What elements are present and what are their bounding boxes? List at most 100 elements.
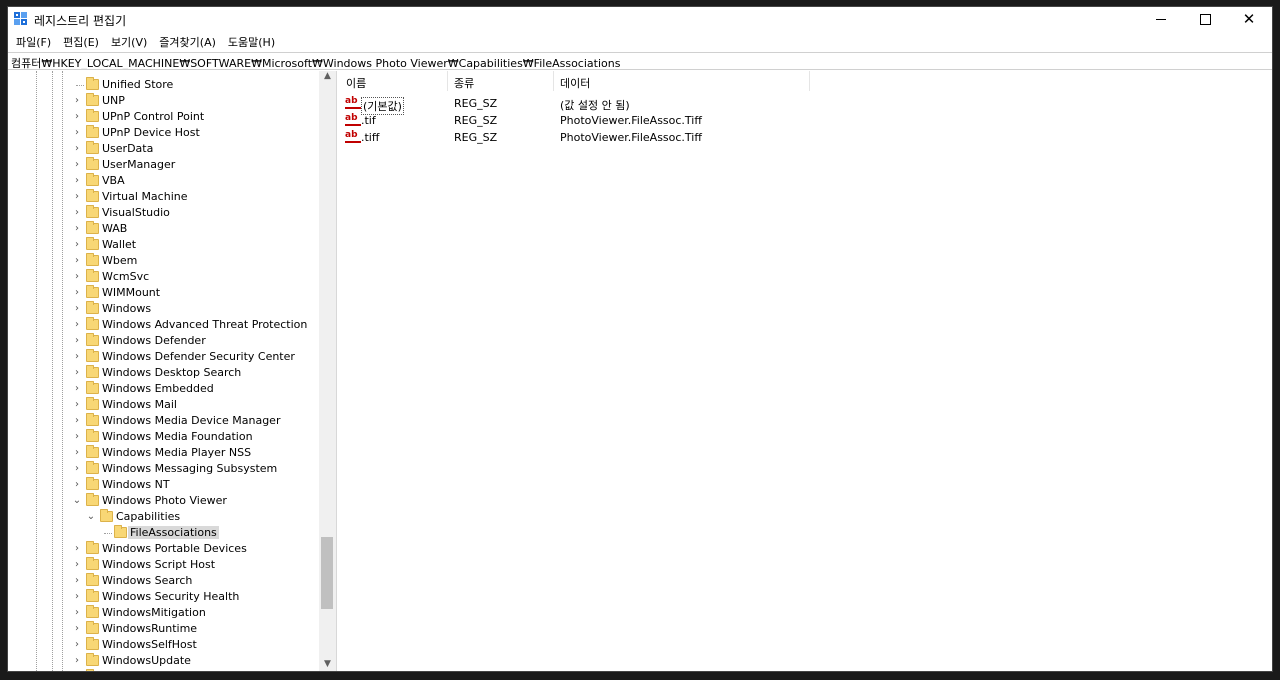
chevron-right-icon[interactable]: › xyxy=(72,207,82,219)
tree-item[interactable]: › Windows Messaging Subsystem xyxy=(8,461,318,477)
tree-item[interactable]: ⌄ Windows Photo Viewer xyxy=(8,493,318,509)
chevron-right-icon[interactable]: › xyxy=(72,623,82,635)
tree-item-label: Windows Photo Viewer xyxy=(102,494,227,507)
tree-item[interactable]: › Wbem xyxy=(8,253,318,269)
scroll-down-arrow-icon[interactable]: ▼ xyxy=(319,659,336,671)
chevron-right-icon[interactable]: › xyxy=(72,111,82,123)
chevron-right-icon[interactable]: › xyxy=(72,607,82,619)
chevron-right-icon[interactable]: › xyxy=(72,591,82,603)
column-header-type[interactable]: 종류 xyxy=(448,71,554,91)
chevron-right-icon[interactable]: › xyxy=(72,431,82,443)
tree-item[interactable]: › Windows Media Device Manager xyxy=(8,413,318,429)
menu-edit[interactable]: 편집(E) xyxy=(57,33,105,51)
tree-item[interactable]: › UNP xyxy=(8,93,318,109)
tree-item[interactable]: › WAB xyxy=(8,221,318,237)
tree-item[interactable]: › WIMMount xyxy=(8,285,318,301)
chevron-right-icon[interactable]: › xyxy=(72,223,82,235)
tree-item[interactable]: › WindowsSelfHost xyxy=(8,637,318,653)
chevron-right-icon[interactable]: › xyxy=(72,399,82,411)
chevron-right-icon[interactable]: › xyxy=(72,415,82,427)
tree-item[interactable]: › VisualStudio xyxy=(8,205,318,221)
tree-item[interactable]: › Wallet xyxy=(8,237,318,253)
chevron-right-icon[interactable]: › xyxy=(72,655,82,667)
chevron-right-icon[interactable]: › xyxy=(72,239,82,251)
value-row[interactable]: ab .tiff REG_SZ PhotoViewer.FileAssoc.Tiff xyxy=(340,129,1040,145)
tree-item[interactable]: › Windows Desktop Search xyxy=(8,365,318,381)
tree-item[interactable]: FileAssociations xyxy=(8,525,318,541)
tree-item[interactable]: › Windows NT xyxy=(8,477,318,493)
folder-icon xyxy=(86,669,94,671)
chevron-right-icon[interactable]: › xyxy=(72,95,82,107)
close-button[interactable]: ✕ xyxy=(1226,7,1272,31)
chevron-right-icon[interactable]: › xyxy=(72,367,82,379)
tree-item[interactable]: › Windows xyxy=(8,301,318,317)
chevron-right-icon[interactable]: › xyxy=(72,159,82,171)
tree-item[interactable]: › WindowsRuntime xyxy=(8,621,318,637)
chevron-right-icon[interactable]: › xyxy=(72,255,82,267)
tree-item[interactable]: › Windows Defender Security Center xyxy=(8,349,318,365)
folder-icon xyxy=(86,413,99,426)
tree-item[interactable]: › VBA xyxy=(8,173,318,189)
address-bar[interactable]: 컴퓨터₩HKEY_LOCAL_MACHINE₩SOFTWARE₩Microsof… xyxy=(8,52,1272,70)
tree-item[interactable]: ⌄ Capabilities xyxy=(8,509,318,525)
chevron-right-icon[interactable]: › xyxy=(72,335,82,347)
scroll-up-arrow-icon[interactable]: ▲ xyxy=(319,71,336,85)
tree-item[interactable]: Unified Store xyxy=(8,77,318,93)
chevron-right-icon[interactable]: › xyxy=(72,479,82,491)
tree-item[interactable]: › Virtual Machine xyxy=(8,189,318,205)
menu-view[interactable]: 보기(V) xyxy=(105,33,153,51)
string-value-icon: ab xyxy=(345,113,361,126)
tree-item[interactable]: › Wisp xyxy=(8,669,318,672)
folder-icon xyxy=(86,237,99,250)
chevron-down-icon[interactable]: ⌄ xyxy=(72,495,82,507)
chevron-right-icon[interactable]: › xyxy=(72,287,82,299)
chevron-right-icon[interactable]: › xyxy=(72,175,82,187)
chevron-right-icon[interactable]: › xyxy=(72,463,82,475)
chevron-down-icon[interactable]: ⌄ xyxy=(86,511,96,523)
chevron-right-icon[interactable]: › xyxy=(72,127,82,139)
chevron-right-icon[interactable]: › xyxy=(72,543,82,555)
tree-item[interactable]: › Windows Mail xyxy=(8,397,318,413)
chevron-right-icon[interactable]: › xyxy=(72,447,82,459)
tree-item[interactable]: › UPnP Control Point xyxy=(8,109,318,125)
key-tree: Unified Store › UNP › UPnP Control Point › UPn… xyxy=(8,71,336,672)
tree-item[interactable]: › Windows Advanced Threat Protection xyxy=(8,317,318,333)
chevron-right-icon[interactable]: › xyxy=(72,575,82,587)
tree-item[interactable]: › UPnP Device Host xyxy=(8,125,318,141)
tree-item[interactable]: › Windows Security Health xyxy=(8,589,318,605)
chevron-right-icon[interactable]: › xyxy=(72,303,82,315)
chevron-right-icon[interactable]: › xyxy=(72,383,82,395)
menu-file[interactable]: 파일(F) xyxy=(10,33,57,51)
column-header-data[interactable]: 데이터 xyxy=(554,71,810,91)
tree-item[interactable]: › Windows Embedded xyxy=(8,381,318,397)
tree-item[interactable]: › WindowsUpdate xyxy=(8,653,318,669)
tree-item[interactable]: › WcmSvc xyxy=(8,269,318,285)
maximize-button[interactable] xyxy=(1182,7,1228,31)
tree-item[interactable]: › Windows Defender xyxy=(8,333,318,349)
minimize-button[interactable] xyxy=(1138,7,1184,31)
tree-item[interactable]: › UserManager xyxy=(8,157,318,173)
menu-favorites[interactable]: 즐겨찾기(A) xyxy=(153,33,222,51)
tree-scrollbar[interactable]: ▲ ▼ xyxy=(319,71,336,671)
tree-item[interactable]: › UserData xyxy=(8,141,318,157)
tree-item[interactable]: › Windows Media Foundation xyxy=(8,429,318,445)
chevron-right-icon[interactable]: › xyxy=(72,671,82,672)
chevron-right-icon[interactable]: › xyxy=(72,639,82,651)
tree-item[interactable]: › Windows Portable Devices xyxy=(8,541,318,557)
tree-item[interactable]: › Windows Media Player NSS xyxy=(8,445,318,461)
tree-item[interactable]: › Windows Script Host xyxy=(8,557,318,573)
chevron-right-icon[interactable]: › xyxy=(72,559,82,571)
menu-help[interactable]: 도움말(H) xyxy=(222,33,281,51)
tree-item[interactable]: › Windows Search xyxy=(8,573,318,589)
tree-item[interactable]: › WindowsMitigation xyxy=(8,605,318,621)
menu-bar: 파일(F) 편집(E) 보기(V) 즐겨찾기(A) 도움말(H) xyxy=(8,33,1272,51)
chevron-right-icon[interactable]: › xyxy=(72,271,82,283)
chevron-right-icon[interactable]: › xyxy=(72,191,82,203)
chevron-right-icon[interactable]: › xyxy=(72,351,82,363)
chevron-right-icon[interactable]: › xyxy=(72,143,82,155)
scroll-thumb[interactable] xyxy=(321,537,333,609)
value-row[interactable]: ab .tif REG_SZ PhotoViewer.FileAssoc.Tiff xyxy=(340,112,1040,128)
column-header-name[interactable]: 이름 xyxy=(340,71,448,91)
chevron-right-icon[interactable]: › xyxy=(72,319,82,331)
value-row[interactable]: ab (기본값) REG_SZ (값 설정 안 됨) xyxy=(340,95,1040,115)
